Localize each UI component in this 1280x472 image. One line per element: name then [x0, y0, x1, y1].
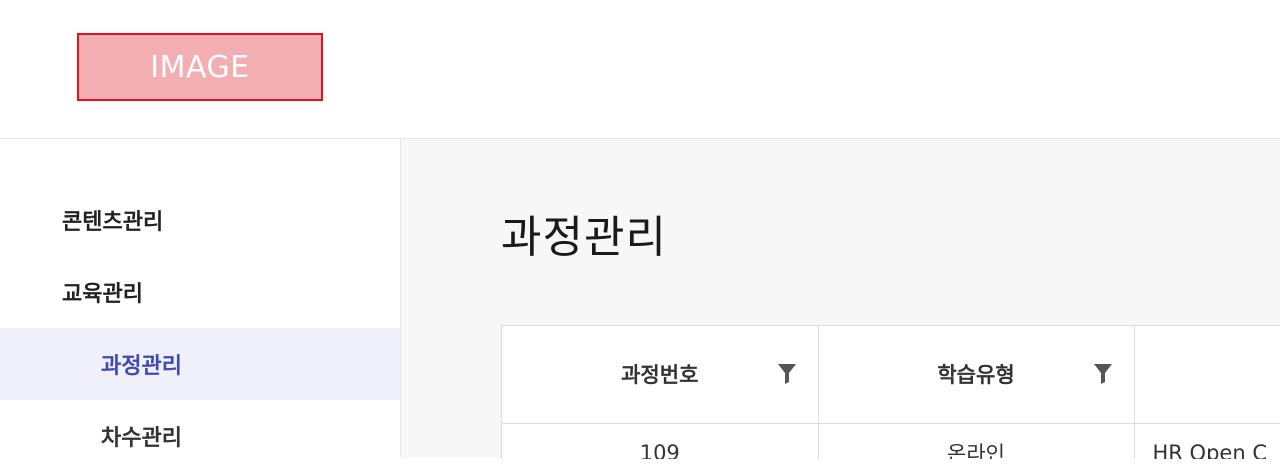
sidebar: 콘텐츠관리 교육관리 과정관리 차수관리	[0, 139, 401, 458]
column-header-course-number[interactable]: 과정번호	[502, 326, 819, 424]
course-table-container: 과정번호 학습유형 109 온라인 HR Open C	[501, 325, 1280, 459]
sidebar-item-label: 콘텐츠관리	[62, 210, 164, 235]
sidebar-item-label: 차수관리	[101, 426, 182, 451]
logo-placeholder[interactable]: IMAGE	[77, 33, 323, 101]
sidebar-item-content-management[interactable]: 콘텐츠관리	[0, 184, 400, 256]
column-header-label: 학습유형	[937, 363, 1015, 388]
main-content: 과정관리 과정번호 학습유형 109 온라인 HR Open C	[401, 139, 1280, 459]
column-header-learning-type[interactable]: 학습유형	[818, 326, 1135, 424]
column-header-label: 과정번호	[621, 363, 699, 388]
table-header-row: 과정번호 학습유형	[502, 326, 1280, 424]
sidebar-item-label: 과정관리	[101, 354, 182, 379]
cell-course-name[interactable]: HR Open C	[1134, 423, 1280, 459]
sidebar-item-course-management[interactable]: 과정관리	[0, 328, 400, 400]
page-title: 과정관리	[501, 212, 667, 263]
sidebar-item-education-management[interactable]: 교육관리	[0, 256, 400, 328]
logo-text: IMAGE	[150, 49, 250, 85]
course-table: 과정번호 학습유형 109 온라인 HR Open C	[502, 326, 1280, 459]
sidebar-item-label: 교육관리	[62, 282, 143, 307]
filter-icon[interactable]	[777, 364, 796, 385]
filter-icon[interactable]	[1093, 364, 1112, 385]
header: IMAGE	[0, 0, 1280, 139]
table-row[interactable]: 109 온라인 HR Open C	[502, 423, 1280, 459]
cell-course-number: 109	[502, 423, 819, 459]
sidebar-item-round-management[interactable]: 차수관리	[0, 400, 400, 472]
column-header-course-name[interactable]	[1134, 326, 1280, 424]
cell-learning-type: 온라인	[818, 423, 1135, 459]
